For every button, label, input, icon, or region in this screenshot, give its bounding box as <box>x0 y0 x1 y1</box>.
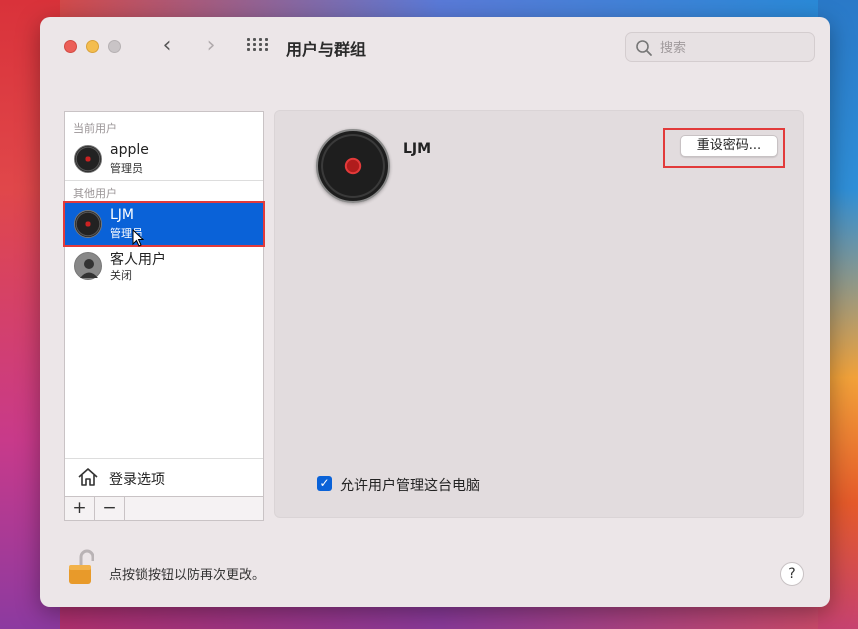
desktop-wallpaper-bottom <box>60 604 818 629</box>
user-row-ljm[interactable]: LJM 管理员 <box>63 201 265 247</box>
allow-admin-checkbox[interactable]: ✓ <box>317 476 332 491</box>
sidebar-toolbar: + − <box>65 496 263 520</box>
user-name: 客人用户 <box>110 252 166 268</box>
reset-password-button[interactable]: 重设密码... <box>680 135 778 157</box>
user-name: apple <box>110 142 149 158</box>
help-button[interactable]: ? <box>780 562 804 586</box>
show-all-grid-icon[interactable] <box>247 38 269 54</box>
remove-user-button[interactable]: − <box>95 497 125 520</box>
panel-username: LJM <box>403 141 432 157</box>
home-icon <box>78 468 98 486</box>
search-icon <box>636 40 652 56</box>
window-title: 用户与群组 <box>286 40 367 59</box>
add-user-button[interactable]: + <box>65 497 95 520</box>
search-input[interactable] <box>660 38 800 58</box>
user-name: LJM <box>110 207 135 223</box>
user-role: 管理员 <box>110 162 143 175</box>
section-divider <box>65 180 263 181</box>
users-groups-window: ‹ › 用户与群组 当前用户 apple 管理员 其他用户 LJM 管理员 <box>40 17 830 607</box>
allow-admin-label[interactable]: 允许用户管理这台电脑 <box>340 475 480 495</box>
login-options-item[interactable]: 登录选项 <box>65 458 263 496</box>
lock-hint-text: 点按锁按钮以防再次更改。 <box>109 568 266 583</box>
search-field[interactable] <box>625 32 815 62</box>
back-chevron-icon[interactable]: ‹ <box>154 33 180 59</box>
user-row-apple[interactable]: apple 管理员 <box>65 138 263 180</box>
users-list-sidebar: 当前用户 apple 管理员 其他用户 LJM 管理员 客人用户 关闭 登录选项… <box>63 111 265 521</box>
login-options-label: 登录选项 <box>109 472 165 488</box>
user-role: 关闭 <box>110 269 132 282</box>
forward-chevron-icon[interactable]: › <box>198 33 224 59</box>
user-detail-panel: LJM 重设密码... ✓ 允许用户管理这台电脑 <box>274 110 804 518</box>
other-users-header: 其他用户 <box>73 187 117 200</box>
user-avatar-vinyl-icon[interactable] <box>316 129 390 203</box>
vinyl-record-avatar-icon <box>74 145 102 173</box>
mouse-pointer-icon <box>132 229 145 247</box>
guest-person-avatar-icon <box>74 252 102 280</box>
minimize-window-button[interactable] <box>86 40 99 53</box>
title-bar: ‹ › 用户与群组 <box>40 17 830 77</box>
close-window-button[interactable] <box>64 40 77 53</box>
user-row-guest[interactable]: 客人用户 关闭 <box>65 245 263 287</box>
zoom-window-button[interactable] <box>108 40 121 53</box>
vinyl-record-avatar-icon <box>74 210 102 238</box>
unlocked-padlock-icon[interactable] <box>68 549 94 585</box>
current-users-header: 当前用户 <box>73 122 117 135</box>
